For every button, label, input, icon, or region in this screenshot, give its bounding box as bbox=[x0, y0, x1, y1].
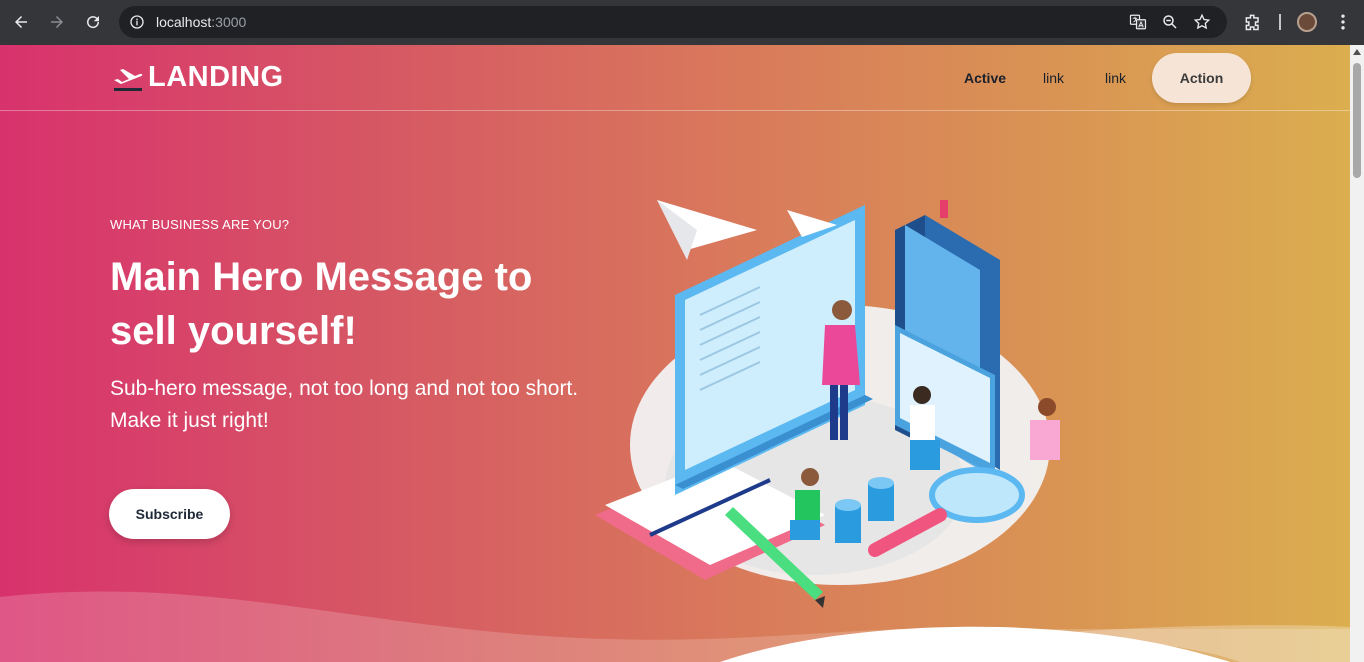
brand-name: LANDING bbox=[148, 61, 284, 93]
menu-dots-icon[interactable] bbox=[1333, 12, 1353, 32]
extensions-icon[interactable] bbox=[1243, 12, 1263, 32]
address-bar[interactable]: localhost:3000 bbox=[119, 6, 1227, 38]
bookmark-star-icon[interactable] bbox=[1193, 13, 1211, 31]
url-text[interactable]: localhost:3000 bbox=[156, 14, 246, 30]
subscribe-button[interactable]: Subscribe bbox=[109, 489, 230, 539]
nav-link-2[interactable]: link bbox=[1105, 70, 1126, 86]
nav-link-active[interactable]: Active bbox=[964, 70, 1006, 86]
site-header: LANDING Active link link Action bbox=[0, 45, 1350, 111]
info-icon[interactable] bbox=[129, 14, 145, 30]
reload-icon[interactable] bbox=[82, 11, 104, 33]
action-button[interactable]: Action bbox=[1152, 53, 1251, 103]
hero-illustration bbox=[595, 200, 1060, 608]
nav-link-1[interactable]: link bbox=[1043, 70, 1064, 86]
plane-logo-icon bbox=[114, 68, 143, 91]
brand-logo[interactable]: LANDING bbox=[112, 61, 284, 94]
scroll-thumb[interactable] bbox=[1353, 63, 1361, 178]
landing-page: LANDING Active link link Action WHAT BUS… bbox=[0, 45, 1350, 662]
back-icon[interactable] bbox=[10, 11, 32, 33]
bottom-wave bbox=[0, 591, 1350, 662]
profile-avatar[interactable] bbox=[1297, 12, 1317, 32]
forward-icon[interactable] bbox=[46, 11, 68, 33]
hero-title: Main Hero Message to sell yourself! bbox=[110, 255, 533, 353]
hero-eyebrow: WHAT BUSINESS ARE YOU? bbox=[110, 217, 290, 232]
translate-icon[interactable] bbox=[1129, 13, 1147, 31]
scroll-up-arrow[interactable] bbox=[1353, 49, 1361, 55]
zoom-icon[interactable] bbox=[1161, 13, 1179, 31]
hero-subtitle: Sub-hero message, not too long and not t… bbox=[110, 377, 579, 432]
toolbar-separator bbox=[1279, 14, 1281, 30]
browser-toolbar: localhost:3000 bbox=[0, 0, 1364, 45]
page-scrollbar[interactable] bbox=[1350, 45, 1364, 662]
